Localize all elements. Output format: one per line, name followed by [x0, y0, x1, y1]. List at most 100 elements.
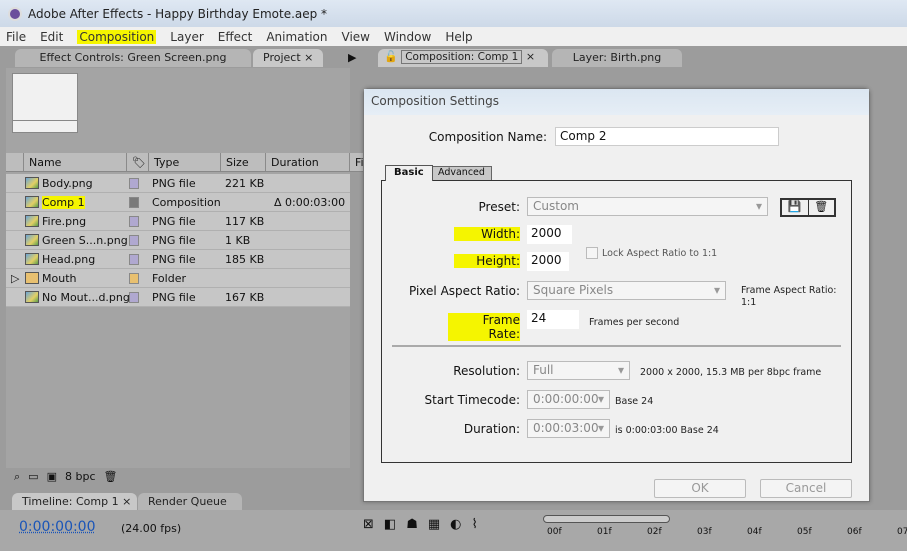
lock-aspect-label: Lock Aspect Ratio to 1:1: [602, 248, 718, 259]
project-row[interactable]: Fire.png PNG file 117 KB: [6, 212, 350, 231]
save-preset-icon[interactable]: 💾: [782, 200, 809, 215]
current-time[interactable]: 0:00:00:00: [19, 519, 96, 535]
height-input[interactable]: 2000: [527, 252, 569, 271]
item-type: Composition: [152, 195, 221, 209]
bpc-button[interactable]: 8 bpc: [65, 470, 96, 484]
project-thumbnail: [12, 73, 78, 133]
tab-project-label: Project: [263, 51, 301, 64]
find-icon[interactable]: ⌕: [14, 470, 20, 484]
project-row[interactable]: ▷ Mouth Folder: [6, 269, 350, 288]
motion-blur-icon[interactable]: ◐: [450, 517, 461, 532]
menu-window[interactable]: Window: [384, 30, 431, 44]
menu-edit[interactable]: Edit: [40, 30, 63, 44]
preset-select[interactable]: Custom: [527, 197, 768, 216]
time-tick: 06f: [847, 527, 862, 537]
resolution-select[interactable]: Full: [527, 361, 630, 380]
project-row[interactable]: Green S...n.png PNG file 1 KB: [6, 231, 350, 250]
expand-icon[interactable]: ▷: [11, 272, 19, 285]
start-timecode-label: Start Timecode:: [424, 393, 520, 407]
label-swatch[interactable]: [129, 291, 139, 303]
file-icon: [25, 177, 39, 189]
time-tick: 04f: [747, 527, 762, 537]
draft-3d-icon[interactable]: ◧: [384, 517, 396, 532]
hide-shy-icon[interactable]: ☗: [406, 517, 418, 532]
ok-button[interactable]: OK: [654, 479, 746, 498]
start-timecode-input[interactable]: 0:00:00:00: [527, 390, 610, 409]
tab-render-queue[interactable]: Render Queue: [138, 493, 242, 511]
duration-input[interactable]: 0:00:03:00: [527, 419, 610, 438]
item-name: Mouth: [42, 271, 77, 285]
duration-info: is 0:00:03:00 Base 24: [615, 425, 719, 436]
item-type: PNG file: [152, 214, 196, 228]
column-name[interactable]: Name: [24, 153, 127, 171]
file-icon: [25, 234, 39, 246]
width-input[interactable]: 2000: [527, 225, 572, 244]
project-row[interactable]: Head.png PNG file 185 KB: [6, 250, 350, 269]
menu-file[interactable]: File: [6, 30, 26, 44]
graph-editor-icon[interactable]: ⌇: [472, 517, 478, 532]
comp-flowchart-icon[interactable]: ⊠: [363, 517, 374, 532]
tab-basic[interactable]: Basic: [385, 165, 433, 181]
label-swatch[interactable]: [129, 272, 139, 284]
tab-timeline[interactable]: Timeline: Comp 1 ×: [12, 493, 137, 511]
label-swatch[interactable]: [129, 253, 139, 265]
composition-name-input[interactable]: Comp 2: [555, 127, 779, 146]
window-title: Adobe After Effects - Happy Birthday Emo…: [28, 6, 328, 21]
close-icon[interactable]: ×: [304, 51, 313, 64]
project-footer: ⌕ ▭ ▣ 8 bpc 🗑: [14, 470, 117, 484]
tab-project[interactable]: Project ×: [253, 49, 323, 67]
frame-aspect-label: Frame Aspect Ratio:: [741, 285, 837, 296]
project-row[interactable]: No Mout...d.png PNG file 167 KB: [6, 288, 350, 307]
preset-label: Preset:: [478, 200, 520, 214]
item-type: PNG file: [152, 290, 196, 304]
label-column-icon[interactable]: 🏷: [127, 153, 149, 171]
resolution-label: Resolution:: [453, 364, 520, 378]
lock-aspect-checkbox[interactable]: [586, 247, 598, 259]
cancel-button[interactable]: Cancel: [760, 479, 852, 498]
time-tick: 07f: [897, 527, 907, 537]
trash-icon[interactable]: 🗑: [104, 470, 118, 484]
item-duration: Δ 0:00:03:00: [274, 195, 346, 209]
column-type[interactable]: Type: [149, 153, 221, 171]
file-icon: [25, 253, 39, 265]
tab-advanced[interactable]: Advanced: [431, 166, 492, 180]
menu-bar: File Edit Composition Layer Effect Anima…: [0, 27, 907, 46]
label-swatch[interactable]: [129, 196, 139, 208]
time-ruler[interactable]: 00f 01f 02f 03f 04f 05f 06f 07f: [543, 527, 907, 541]
menu-view[interactable]: View: [342, 30, 370, 44]
project-row[interactable]: Comp 1 Composition Δ 0:00:03:00: [6, 193, 350, 212]
time-tick: 03f: [697, 527, 712, 537]
label-swatch[interactable]: [129, 177, 139, 189]
lock-icon[interactable]: 🔓: [384, 50, 398, 63]
menu-layer[interactable]: Layer: [170, 30, 203, 44]
label-swatch[interactable]: [129, 234, 139, 246]
label-swatch[interactable]: [129, 215, 139, 227]
tab-composition[interactable]: 🔓 Composition: Comp 1 ×: [378, 49, 548, 67]
menu-composition[interactable]: Composition: [77, 29, 157, 44]
tab-layer[interactable]: Layer: Birth.png: [552, 49, 682, 67]
item-name: Fire.png: [42, 214, 87, 228]
work-area-bar[interactable]: [543, 515, 670, 523]
column-duration[interactable]: Duration: [266, 153, 350, 171]
panel-menu-icon[interactable]: ▶: [348, 51, 356, 64]
new-comp-icon[interactable]: ▣: [47, 470, 57, 484]
menu-effect[interactable]: Effect: [218, 30, 253, 44]
composition-dropdown[interactable]: Composition: Comp 1: [401, 50, 523, 64]
delete-preset-icon[interactable]: 🗑: [809, 200, 835, 215]
menu-animation[interactable]: Animation: [266, 30, 327, 44]
pixel-aspect-select[interactable]: Square Pixels: [527, 281, 726, 300]
start-timecode-info: Base 24: [615, 396, 654, 407]
item-type: PNG file: [152, 233, 196, 247]
menu-help[interactable]: Help: [445, 30, 472, 44]
time-tick: 05f: [797, 527, 812, 537]
frame-blending-icon[interactable]: ▦: [428, 517, 440, 532]
file-icon: [25, 291, 39, 303]
column-size[interactable]: Size: [221, 153, 266, 171]
composition-settings-dialog: Composition Settings Composition Name: C…: [363, 88, 870, 502]
frame-rate-label: Frame Rate:: [448, 313, 520, 341]
frame-rate-input[interactable]: 24: [527, 310, 579, 329]
item-size: 167 KB: [225, 290, 265, 304]
folder-icon[interactable]: ▭: [28, 470, 38, 484]
project-row[interactable]: Body.png PNG file 221 KB: [6, 174, 350, 193]
tab-effect-controls[interactable]: Effect Controls: Green Screen.png: [15, 49, 251, 67]
